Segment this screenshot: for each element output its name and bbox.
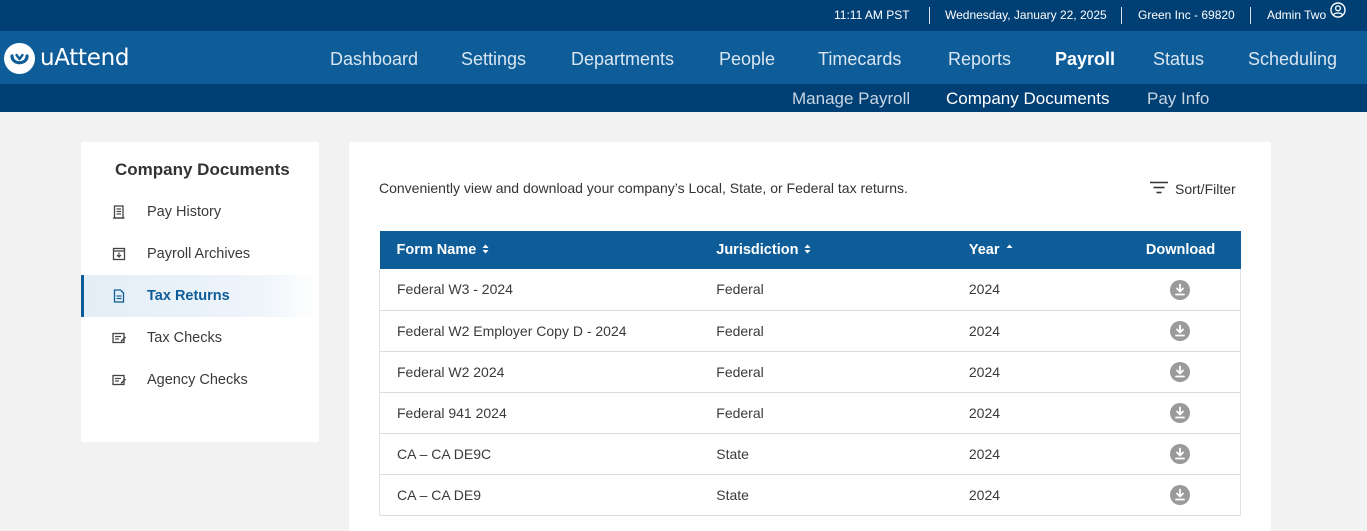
sub-navigation: Manage Payroll Company Documents Pay Inf… xyxy=(0,84,1367,112)
nav-item-departments[interactable]: Departments xyxy=(571,31,674,84)
download-cell xyxy=(1120,392,1241,433)
column-header-jurisdiction[interactable]: Jurisdiction xyxy=(716,231,969,269)
tax-returns-table: Form Name Jurisdiction Year Download Fed… xyxy=(379,231,1241,516)
table-row: CA – CA DE9C State 2024 xyxy=(379,433,1241,474)
download-icon[interactable] xyxy=(1170,403,1191,423)
sidebar-item-pay-history[interactable]: Pay History xyxy=(81,191,319,233)
nav-item-dashboard[interactable]: Dashboard xyxy=(330,31,418,84)
download-cell xyxy=(1120,269,1241,310)
divider xyxy=(929,7,930,24)
divider xyxy=(1121,7,1122,24)
nav-item-status[interactable]: Status xyxy=(1153,31,1204,84)
year-cell: 2024 xyxy=(968,363,1001,380)
jurisdiction-cell: State xyxy=(716,445,749,462)
nav-item-timecards[interactable]: Timecards xyxy=(818,31,901,84)
year-cell: 2024 xyxy=(968,486,1001,503)
jurisdiction-cell: Federal xyxy=(716,363,764,380)
table-row: Federal W2 Employer Copy D - 2024 Federa… xyxy=(379,310,1241,351)
receipt-icon xyxy=(111,204,127,220)
table-header-row: Form Name Jurisdiction Year Download xyxy=(379,231,1241,269)
table-row: Federal 941 2024 Federal 2024 xyxy=(379,392,1241,433)
nav-item-payroll[interactable]: Payroll xyxy=(1055,31,1115,84)
table-row: CA – CA DE9 State 2024 xyxy=(379,474,1241,515)
main-navigation: uAttend Dashboard Settings Departments P… xyxy=(0,31,1367,84)
nav-item-people[interactable]: People xyxy=(719,31,775,84)
company-documents-sidebar: Company Documents Pay History Payroll Ar… xyxy=(81,142,319,442)
sidebar-item-label: Payroll Archives xyxy=(147,246,251,262)
year-cell: 2024 xyxy=(968,445,1001,462)
form-name-cell: CA – CA DE9 xyxy=(379,474,717,515)
top-utility-bar: 11:11 AM PST Wednesday, January 22, 2025… xyxy=(0,0,1367,31)
jurisdiction-cell: State xyxy=(716,486,749,503)
document-icon xyxy=(111,288,127,304)
sort-both-icon xyxy=(482,242,489,258)
sidebar-item-tax-returns[interactable]: Tax Returns xyxy=(81,275,319,317)
table-row: Federal W2 2024 Federal 2024 xyxy=(379,351,1241,392)
user-circle-icon xyxy=(1330,0,1346,30)
sidebar-item-label: Tax Returns xyxy=(147,288,230,304)
sort-ascending-icon xyxy=(1006,242,1013,258)
form-name-cell: Federal W2 Employer Copy D - 2024 xyxy=(379,310,717,351)
sidebar-item-agency-checks[interactable]: Agency Checks xyxy=(81,359,319,401)
uattend-logo-icon xyxy=(4,42,35,74)
download-icon[interactable] xyxy=(1170,321,1191,341)
sidebar-item-label: Tax Checks xyxy=(147,330,222,346)
user-name: Admin Two xyxy=(1267,8,1327,22)
current-date: Wednesday, January 22, 2025 xyxy=(945,8,1107,22)
download-cell xyxy=(1120,351,1241,392)
check-icon xyxy=(111,330,127,346)
divider xyxy=(1250,7,1251,24)
sidebar-item-label: Pay History xyxy=(147,204,222,220)
sidebar-title: Company Documents xyxy=(115,160,290,179)
download-cell xyxy=(1120,433,1241,474)
sidebar-item-payroll-archives[interactable]: Payroll Archives xyxy=(81,233,319,275)
sort-both-icon xyxy=(804,242,811,258)
tax-returns-panel: Conveniently view and download your comp… xyxy=(349,142,1271,531)
uattend-logo[interactable]: uAttend xyxy=(4,42,129,74)
nav-item-reports[interactable]: Reports xyxy=(948,31,1011,84)
download-icon[interactable] xyxy=(1170,279,1191,300)
column-header-download: Download xyxy=(1145,242,1216,258)
form-name-cell: Federal W2 2024 xyxy=(379,351,717,392)
jurisdiction-cell: Federal xyxy=(716,281,764,298)
subnav-item-manage-payroll[interactable]: Manage Payroll xyxy=(792,84,910,112)
user-menu[interactable]: Admin Two xyxy=(1267,0,1346,31)
column-header-form-name[interactable]: Form Name xyxy=(380,231,717,269)
nav-item-settings[interactable]: Settings xyxy=(461,31,526,84)
column-header-year[interactable]: Year xyxy=(969,231,1121,269)
year-cell: 2024 xyxy=(968,281,1001,298)
sidebar-item-tax-checks[interactable]: Tax Checks xyxy=(81,317,319,359)
form-name-cell: CA – CA DE9C xyxy=(379,433,717,474)
sidebar-item-label: Agency Checks xyxy=(147,372,248,388)
table-row: Federal W3 - 2024 Federal 2024 xyxy=(379,269,1241,310)
logo-text: uAttend xyxy=(40,45,130,71)
download-cell xyxy=(1120,474,1241,515)
download-icon[interactable] xyxy=(1170,362,1191,382)
jurisdiction-cell: Federal xyxy=(716,404,764,421)
year-cell: 2024 xyxy=(968,404,1001,421)
jurisdiction-cell: Federal xyxy=(716,322,764,339)
download-icon[interactable] xyxy=(1170,485,1191,505)
form-name-cell: Federal 941 2024 xyxy=(379,392,717,433)
sort-filter-label: Sort/Filter xyxy=(1175,180,1236,197)
check-icon xyxy=(111,372,127,388)
year-cell: 2024 xyxy=(968,322,1001,339)
archive-icon xyxy=(111,246,127,262)
company-name: Green Inc - 69820 xyxy=(1138,8,1235,22)
download-icon[interactable] xyxy=(1170,444,1191,464)
form-name-cell: Federal W3 - 2024 xyxy=(379,269,717,310)
sort-filter-button[interactable]: Sort/Filter xyxy=(1150,180,1236,197)
subnav-item-pay-info[interactable]: Pay Info xyxy=(1147,84,1209,112)
filter-icon xyxy=(1150,181,1168,197)
subnav-item-company-documents[interactable]: Company Documents xyxy=(946,84,1109,112)
intro-text: Conveniently view and download your comp… xyxy=(379,180,908,196)
download-cell xyxy=(1120,310,1241,351)
nav-item-scheduling[interactable]: Scheduling xyxy=(1248,31,1337,84)
current-time: 11:11 AM PST xyxy=(834,8,910,22)
